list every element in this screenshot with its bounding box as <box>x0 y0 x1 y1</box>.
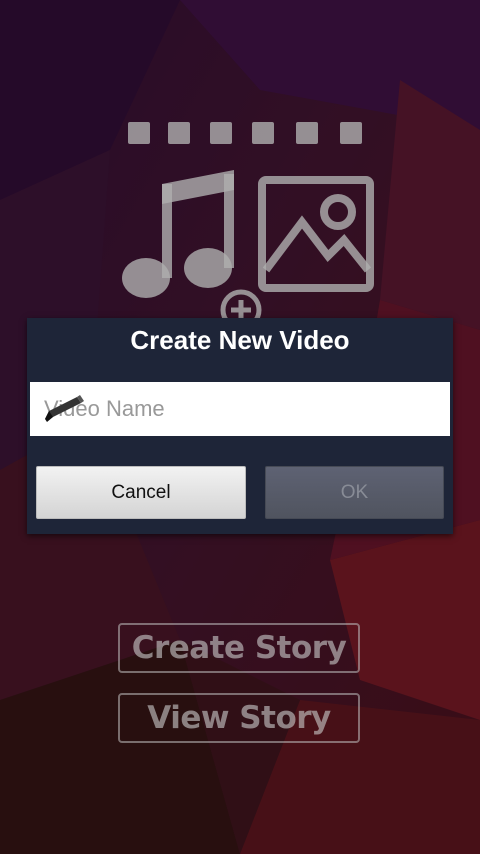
ok-button[interactable]: OK <box>265 466 444 519</box>
create-video-dialog: Create New Video Cancel OK <box>27 318 453 534</box>
film-music-image-icon <box>122 122 374 331</box>
create-story-button[interactable]: Create Story <box>118 623 360 673</box>
view-story-button[interactable]: View Story <box>118 693 360 743</box>
video-name-input[interactable] <box>30 382 450 436</box>
cancel-button[interactable]: Cancel <box>36 466 246 519</box>
dialog-title: Create New Video <box>130 324 350 355</box>
